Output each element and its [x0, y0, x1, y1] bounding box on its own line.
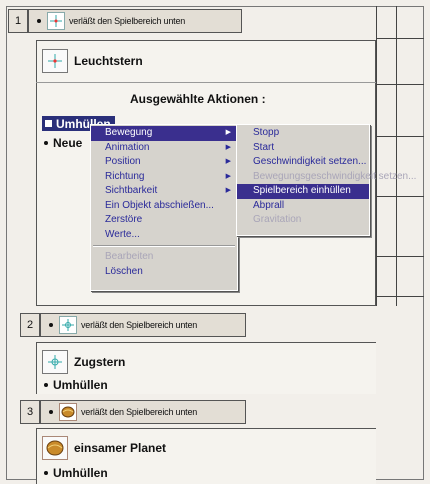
menu-item-zerstöre[interactable]: Zerstöre — [91, 213, 237, 228]
grid-line — [376, 84, 424, 85]
menu-item-animation[interactable]: Animation ▶ — [91, 141, 237, 156]
planet-icon — [42, 436, 68, 460]
grid-line — [376, 196, 424, 197]
submenu-item-geschwindigkeit-setzen[interactable]: Geschwindigkeit setzen... — [237, 155, 369, 170]
submenu-arrow-icon: ▶ — [225, 187, 231, 194]
grid-line — [376, 38, 424, 39]
divider — [36, 82, 376, 83]
action-label: Neue — [53, 136, 83, 150]
event-row-3[interactable]: verläßt den Spielbereich unten — [40, 400, 246, 424]
object-row-zugstern[interactable]: Zugstern — [42, 350, 125, 374]
selected-marker-icon — [45, 120, 52, 127]
menu-item-label: Animation — [105, 141, 150, 153]
menu-item-label: Spielbereich einhüllen — [253, 185, 351, 196]
object-name: Leuchtstern — [74, 54, 143, 68]
grid-line — [376, 136, 424, 137]
menu-item-label: Werte... — [105, 228, 140, 240]
menu-item-label: Bearbeiten — [105, 251, 154, 262]
menu-item-bearbeiten: Bearbeiten — [91, 250, 237, 265]
menu-separator — [93, 245, 235, 247]
event-text: verläßt den Spielbereich unten — [81, 320, 198, 330]
bullet — [49, 323, 53, 327]
event-text: verläßt den Spielbereich unten — [69, 16, 186, 26]
object-row-leuchtstern[interactable]: Leuchtstern — [42, 49, 143, 73]
submenu-item-start[interactable]: Start — [237, 141, 369, 156]
grid-line — [376, 6, 377, 306]
submenu-arrow-icon: ▶ — [225, 158, 231, 165]
menu-item-label: Bewegungsgeschwindigkeit setzen... — [253, 170, 417, 182]
crosshair-circle-icon — [42, 350, 68, 374]
menu-item-label: Ein Objekt abschießen... — [105, 199, 214, 211]
action-label: Umhüllen — [53, 378, 108, 392]
grid-line — [376, 296, 424, 297]
actions-heading: Ausgewählte Aktionen : — [130, 92, 266, 106]
menu-item-werte[interactable]: Werte... — [91, 228, 237, 243]
menu-item-bewegung[interactable]: Bewegung ▶ — [91, 126, 237, 141]
action-label: Umhüllen — [53, 466, 108, 480]
menu-item-label: Position — [105, 156, 141, 167]
submenu-arrow-icon: ▶ — [225, 129, 231, 136]
object-name: einsamer Planet — [74, 441, 167, 455]
event-text: verläßt den Spielbereich unten — [81, 407, 198, 417]
menu-item-label: Start — [253, 141, 275, 153]
action-umhuellen[interactable]: Umhüllen — [44, 378, 108, 392]
bullet — [37, 19, 41, 23]
crosshair-star-icon — [42, 49, 68, 73]
context-submenu: Stopp Start Geschwindigkeit setzen... Beweg… — [236, 124, 416, 236]
submenu-arrow-icon: ▶ — [225, 172, 231, 180]
menu-item-label: Abprall — [253, 199, 285, 211]
menu-item-label: Stopp — [253, 127, 280, 138]
menu-item-richtung[interactable]: Richtung ▶ — [91, 170, 237, 185]
crosshair-circle-icon — [59, 316, 77, 334]
submenu-item-abprall[interactable]: Abprall — [237, 199, 369, 214]
event-row-2[interactable]: verläßt den Spielbereich unten — [40, 313, 246, 337]
menu-item-label: Sichtbarkeit — [105, 185, 158, 196]
menu-item-label: Zerstöre — [105, 214, 143, 225]
object-row-einsamer-planet[interactable]: einsamer Planet — [42, 436, 166, 460]
event-number: 2 — [20, 313, 40, 337]
menu-item-label: Richtung — [105, 170, 145, 182]
menu-item-label: Gravitation — [253, 214, 302, 225]
event-number: 1 — [8, 9, 28, 33]
bullet — [44, 383, 48, 387]
submenu-item-bewegungsgeschwindigkeit-setzen: Bewegungsgeschwindigkeit setzen... — [237, 170, 416, 185]
event-row-1[interactable]: verläßt den Spielbereich unten — [28, 9, 242, 33]
planet-icon — [59, 403, 77, 421]
submenu-item-spielbereich-einhüllen[interactable]: Spielbereich einhüllen — [237, 184, 369, 199]
menu-item-label: Löschen — [105, 265, 143, 277]
menu-item-label: Bewegung — [105, 127, 153, 138]
menu-item-ein-objekt-abschießen[interactable]: Ein Objekt abschießen... — [91, 199, 237, 214]
bullet — [49, 410, 53, 414]
menu-item-position[interactable]: Position ▶ — [91, 155, 237, 170]
submenu-arrow-icon: ▶ — [225, 143, 231, 151]
submenu-item-gravitation: Gravitation — [237, 213, 369, 228]
action-umhuellen[interactable]: Umhüllen — [44, 466, 108, 480]
grid-line — [376, 256, 424, 257]
crosshair-star-icon — [47, 12, 65, 30]
grid-line — [396, 6, 397, 306]
action-neue[interactable]: Neue — [44, 136, 82, 150]
object-name: Zugstern — [74, 355, 126, 369]
context-menu: Bewegung ▶ Animation ▶ Position ▶ Richtung ▶ Sic… — [90, 124, 238, 291]
bullet — [44, 471, 48, 475]
event-number: 3 — [20, 400, 40, 424]
submenu-item-stopp[interactable]: Stopp — [237, 126, 369, 141]
menu-item-löschen[interactable]: Löschen — [91, 265, 237, 280]
menu-item-label: Geschwindigkeit setzen... — [253, 156, 367, 167]
bullet — [44, 141, 48, 145]
menu-item-sichtbarkeit[interactable]: Sichtbarkeit ▶ — [91, 184, 237, 199]
